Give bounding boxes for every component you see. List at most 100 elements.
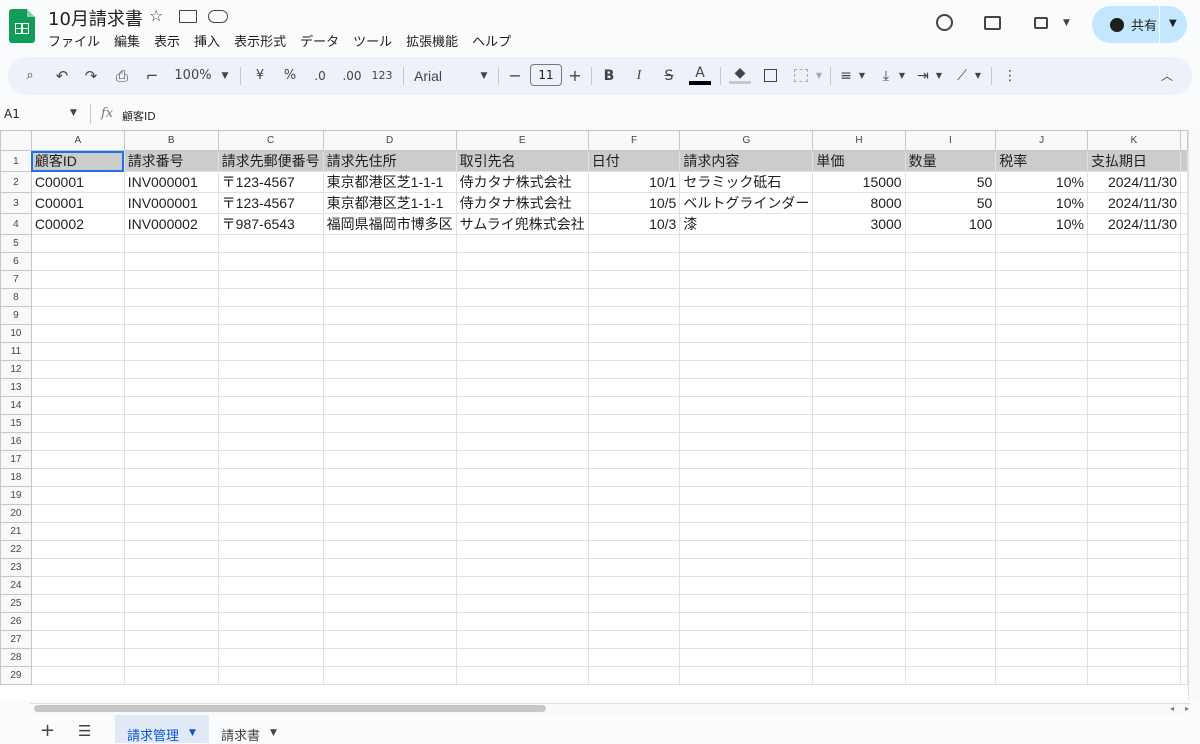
cell[interactable] [1180, 234, 1188, 253]
wrap-dropdown-icon[interactable]: ▼ [934, 57, 944, 95]
cell[interactable] [455, 558, 589, 577]
currency-format-button[interactable]: ¥ [253, 57, 267, 95]
row-header[interactable]: 10 [0, 324, 32, 343]
percent-format-button[interactable]: % [282, 57, 298, 95]
cell[interactable]: 単価 [812, 150, 906, 172]
cell[interactable] [217, 666, 324, 685]
cell[interactable] [679, 450, 814, 469]
cell[interactable]: 2024/11/30 [1086, 171, 1182, 193]
row-header[interactable]: 19 [0, 486, 32, 505]
cell[interactable]: 支払期日 [1086, 150, 1182, 172]
row-header[interactable]: 27 [0, 630, 32, 649]
cell[interactable] [322, 468, 457, 487]
cell[interactable] [904, 558, 997, 577]
cell[interactable] [812, 486, 906, 505]
row-header[interactable]: 24 [0, 576, 32, 595]
menu-tools[interactable]: ツール [353, 31, 392, 50]
cell[interactable] [995, 450, 1088, 469]
cell[interactable] [995, 540, 1088, 559]
cell[interactable] [995, 306, 1088, 325]
cell[interactable] [995, 468, 1088, 487]
cell[interactable] [1086, 306, 1182, 325]
cell[interactable] [322, 252, 457, 271]
cell[interactable] [679, 396, 814, 415]
cell[interactable] [455, 486, 589, 505]
cell[interactable] [812, 306, 906, 325]
row-header[interactable]: 13 [0, 378, 32, 397]
borders-icon[interactable] [764, 69, 777, 82]
cell[interactable] [30, 450, 125, 469]
cell[interactable]: 50 [904, 192, 997, 214]
cell[interactable] [679, 288, 814, 307]
scroll-right-icon[interactable]: ▸ [1185, 704, 1189, 713]
cell[interactable] [322, 360, 457, 379]
cell[interactable] [904, 648, 997, 667]
cell[interactable] [1086, 270, 1182, 289]
cell[interactable] [1086, 486, 1182, 505]
cell[interactable] [995, 270, 1088, 289]
text-color-button[interactable]: A [690, 57, 710, 95]
cell[interactable] [455, 450, 589, 469]
cell[interactable] [587, 504, 681, 523]
cell[interactable] [1180, 171, 1188, 193]
cell[interactable] [123, 360, 219, 379]
cell[interactable] [1086, 558, 1182, 577]
cell[interactable] [995, 288, 1088, 307]
decrease-font-size-button[interactable]: − [508, 57, 522, 95]
cell[interactable] [123, 468, 219, 487]
cell[interactable]: C00001 [30, 171, 125, 193]
cell[interactable] [217, 504, 324, 523]
cell[interactable] [455, 342, 589, 361]
cell[interactable]: 請求先住所 [322, 150, 457, 172]
row-header[interactable]: 23 [0, 558, 32, 577]
cell[interactable] [322, 396, 457, 415]
cell[interactable] [217, 540, 324, 559]
cell[interactable]: 100 [904, 213, 997, 235]
cell[interactable] [217, 468, 324, 487]
menu-file[interactable]: ファイル [48, 31, 100, 50]
cell[interactable] [679, 540, 814, 559]
comment-icon[interactable] [984, 16, 1001, 30]
cell[interactable]: 福岡県福岡市博多区 [322, 213, 457, 235]
cell[interactable] [995, 666, 1088, 685]
cell[interactable] [30, 648, 125, 667]
cell[interactable] [217, 630, 324, 649]
cell[interactable] [679, 576, 814, 595]
cell[interactable] [1086, 612, 1182, 631]
cell[interactable] [1180, 666, 1188, 685]
cell[interactable] [217, 522, 324, 541]
cell[interactable] [904, 450, 997, 469]
cell[interactable] [587, 612, 681, 631]
cell[interactable] [30, 630, 125, 649]
cell[interactable] [1086, 288, 1182, 307]
cell[interactable]: 侍カタナ株式会社 [455, 171, 589, 193]
cell[interactable] [904, 396, 997, 415]
cell[interactable] [30, 360, 125, 379]
cell[interactable] [679, 504, 814, 523]
more-options-icon[interactable]: ⋮ [1002, 57, 1018, 95]
row-header[interactable]: 18 [0, 468, 32, 487]
cell[interactable] [904, 594, 997, 613]
document-title[interactable]: 10月請求書 [48, 5, 143, 31]
cell[interactable] [995, 342, 1088, 361]
cell[interactable] [1086, 450, 1182, 469]
add-sheet-icon[interactable]: + [40, 720, 55, 741]
cell[interactable] [679, 306, 814, 325]
column-header-d[interactable]: D [322, 130, 457, 151]
cell[interactable] [1180, 306, 1188, 325]
cell[interactable] [1180, 450, 1188, 469]
cell[interactable] [904, 342, 997, 361]
cell[interactable] [1180, 612, 1188, 631]
cell[interactable] [587, 450, 681, 469]
column-header-c[interactable]: C [217, 130, 324, 151]
cell[interactable] [123, 234, 219, 253]
cell[interactable]: 10/5 [587, 192, 681, 214]
cell[interactable] [322, 234, 457, 253]
cell[interactable] [1180, 213, 1188, 235]
menu-view[interactable]: 表示 [154, 31, 180, 50]
cell[interactable] [587, 324, 681, 343]
cell[interactable] [217, 270, 324, 289]
cell[interactable] [904, 612, 997, 631]
cell[interactable] [812, 558, 906, 577]
cell[interactable]: 10% [995, 171, 1088, 193]
